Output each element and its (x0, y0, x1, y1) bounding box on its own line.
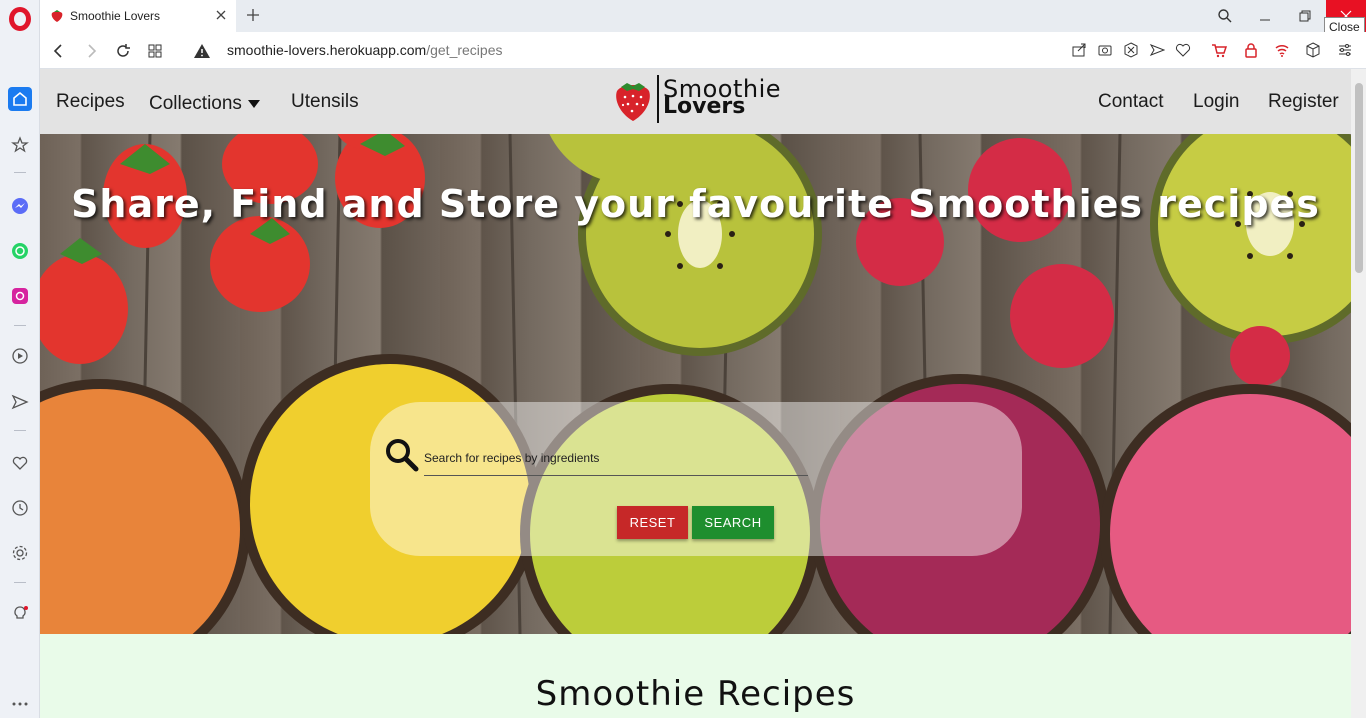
hero-banner: Share, Find and Store your favourite Smo… (40, 134, 1351, 634)
web-page: Recipes Collections Utensils Smoothie Lo… (40, 69, 1351, 718)
heart-icon[interactable] (8, 451, 32, 475)
ingredient-search-input[interactable] (424, 440, 808, 476)
nav-utensils[interactable]: Utensils (291, 91, 359, 113)
minimize-icon (1260, 19, 1270, 21)
search-button[interactable]: SEARCH (692, 506, 774, 539)
whatsapp-icon[interactable] (8, 239, 32, 263)
caret-down-icon (248, 100, 261, 108)
search-tabs-button[interactable] (1205, 0, 1245, 32)
url-host: smoothie-lovers.herokuapp.com (227, 42, 427, 58)
nav-collections-label: Collections (149, 93, 242, 114)
send-icon[interactable] (8, 390, 32, 414)
camera-icon[interactable] (1097, 42, 1113, 58)
url-field[interactable]: smoothie-lovers.herokuapp.com/get_recipe… (227, 42, 503, 58)
share-icon[interactable] (1071, 42, 1087, 58)
tab-bar: Smoothie Lovers (40, 0, 1366, 32)
strawberry-icon (51, 10, 63, 22)
site-logo[interactable]: Smoothie Lovers (613, 75, 783, 127)
reload-icon[interactable] (114, 42, 132, 60)
easy-setup-icon[interactable] (1337, 42, 1353, 58)
adblock-icon[interactable] (1123, 42, 1139, 58)
address-bar: smoothie-lovers.herokuapp.com/get_recipe… (40, 32, 1366, 69)
close-icon[interactable] (214, 8, 228, 22)
search-icon (386, 439, 419, 472)
scrollbar-thumb[interactable] (1355, 83, 1363, 273)
minimize-button[interactable] (1245, 0, 1285, 32)
bulb-icon[interactable] (8, 602, 32, 626)
nav-register[interactable]: Register (1268, 91, 1339, 113)
opera-icon[interactable] (9, 7, 31, 31)
nav-collections[interactable]: Collections (149, 93, 261, 115)
forward-icon[interactable] (82, 42, 100, 60)
back-icon[interactable] (50, 42, 68, 60)
strawberry-icon (616, 83, 650, 121)
home-icon[interactable] (8, 87, 32, 111)
url-path: /get_recipes (426, 42, 503, 58)
more-icon[interactable] (8, 696, 32, 712)
restore-icon (1299, 10, 1311, 22)
star-icon[interactable] (8, 133, 32, 157)
search-icon (1218, 9, 1232, 23)
new-tab-icon[interactable] (245, 7, 261, 23)
recipes-section: Smoothie Recipes (40, 634, 1351, 718)
browser-tab[interactable]: Smoothie Lovers (40, 0, 236, 32)
instagram-icon[interactable] (8, 284, 32, 308)
warning-icon[interactable] (193, 42, 211, 60)
wifi-icon[interactable] (1274, 42, 1290, 58)
search-panel: RESET SEARCH (370, 402, 1022, 556)
nav-recipes[interactable]: Recipes (56, 91, 125, 113)
settings-icon[interactable] (8, 541, 32, 565)
tab-title: Smoothie Lovers (70, 9, 161, 23)
opera-sidebar (0, 0, 40, 718)
heart-icon[interactable] (1175, 42, 1191, 58)
cube-icon[interactable] (1305, 42, 1321, 58)
hero-title: Share, Find and Store your favourite Smo… (71, 182, 1320, 226)
cart-icon[interactable] (1211, 42, 1227, 58)
section-title: Smoothie Recipes (535, 674, 856, 714)
logo-line-2: Lovers (663, 94, 746, 119)
site-navbar: Recipes Collections Utensils Smoothie Lo… (40, 69, 1351, 134)
tab-grid-icon[interactable] (146, 42, 164, 60)
lock-icon[interactable] (1243, 42, 1259, 58)
history-icon[interactable] (8, 496, 32, 520)
messenger-icon[interactable] (8, 194, 32, 218)
player-icon[interactable] (8, 344, 32, 368)
restore-button[interactable] (1285, 0, 1325, 32)
send-icon[interactable] (1149, 42, 1165, 58)
reset-button[interactable]: RESET (617, 506, 688, 539)
page-scrollbar[interactable] (1351, 69, 1366, 718)
nav-contact[interactable]: Contact (1098, 91, 1163, 113)
nav-login[interactable]: Login (1193, 91, 1240, 113)
